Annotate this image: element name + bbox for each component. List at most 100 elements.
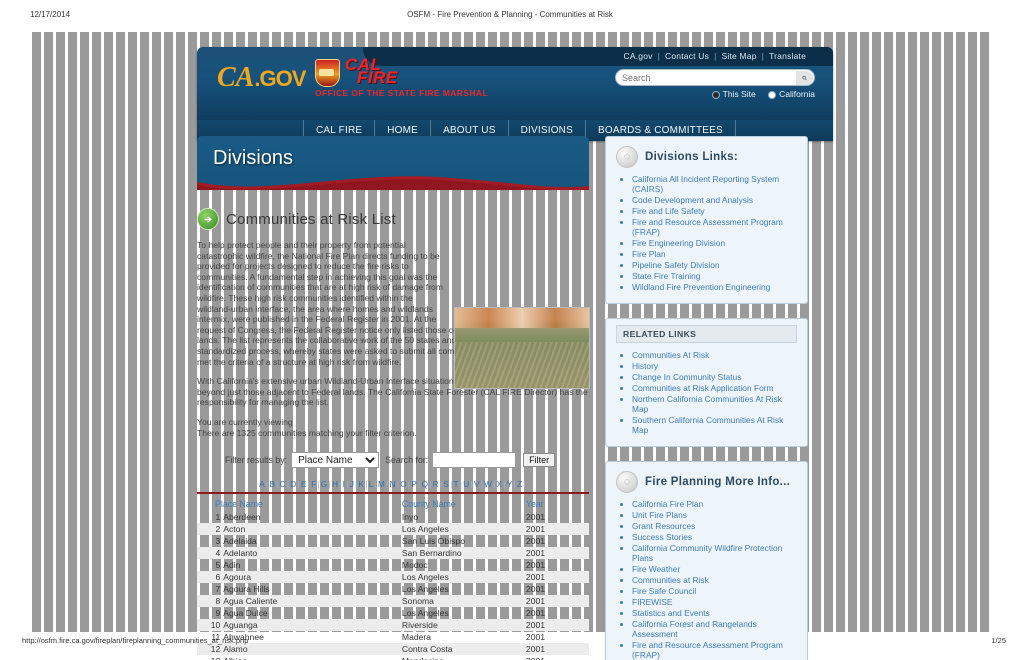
alpha-link-o[interactable]: O — [400, 480, 407, 489]
cell-row-number: 6 — [215, 572, 221, 583]
divisions-link[interactable]: Code Development and Analysis — [632, 195, 753, 205]
alphabet-index: A|B|C|D|E|F|G|H|I|J|K|L|M|N|O|P|Q|R|S|T|… — [197, 480, 589, 489]
table-row: 3 Adelaida San Luis Obispo 2001 — [197, 535, 589, 547]
divisions-links-title: Divisions Links: — [645, 151, 738, 163]
match-count: There are 1325 communities matching your… — [197, 427, 417, 438]
cell-place-name: Agoura Hills — [223, 584, 270, 595]
cell-row-number: 7 — [215, 584, 221, 595]
related-link[interactable]: Southern California Communities At Risk … — [632, 415, 783, 435]
fire-planning-link[interactable]: Statistics and Events — [632, 608, 710, 618]
fire-planning-link[interactable]: Fire Weather — [632, 564, 680, 574]
related-link[interactable]: Change In Community Status — [632, 372, 741, 382]
cell-place-name: Aguanga — [223, 620, 258, 631]
list-item: Pipeline Safety Division — [632, 260, 797, 270]
alpha-link-d[interactable]: D — [290, 480, 296, 489]
radio-this-site[interactable]: This Site — [711, 89, 756, 99]
column-header-year[interactable]: Year — [526, 499, 589, 511]
search-button[interactable] — [796, 70, 813, 85]
cell-row-number: 5 — [215, 560, 221, 571]
swirl-icon: ◌ — [616, 146, 638, 168]
divisions-link[interactable]: Fire Plan — [632, 249, 666, 259]
page-root: 12/17/2014 OSFM - Fire Prevention & Plan… — [0, 0, 1020, 660]
table-row: 9 Agua Dulce Los Angeles 2001 — [197, 607, 589, 619]
fire-planning-link[interactable]: Grant Resources — [632, 521, 695, 531]
cell-year: 2001 — [526, 655, 589, 660]
filter-search-input[interactable] — [432, 452, 517, 469]
radio-california[interactable]: California — [768, 89, 815, 99]
fire-planning-link[interactable]: Fire Safe Council — [632, 586, 696, 596]
related-link[interactable]: Communities at Risk Application Form — [632, 383, 774, 393]
print-footer: http://osfm.fire.ca.gov/fireplan/firepla… — [0, 636, 1020, 648]
section-title: Communities at Risk List — [226, 210, 396, 228]
alpha-link-e[interactable]: E — [301, 480, 307, 489]
alpha-link-n[interactable]: N — [390, 480, 396, 489]
fire-planning-link[interactable]: Communities at Risk — [632, 575, 709, 585]
list-item: Fire Weather — [632, 564, 797, 574]
column-header-county-name[interactable]: County Name — [402, 499, 526, 511]
left-column: Divisions Communities at Risk List To he… — [197, 136, 589, 660]
divisions-link[interactable]: Fire and Resource Assessment Program (FR… — [632, 217, 783, 237]
divisions-link[interactable]: California All Incident Reporting System… — [632, 174, 779, 194]
alpha-link-r[interactable]: R — [433, 480, 439, 489]
print-page-number: 1/25 — [991, 636, 1006, 645]
cell-year: 2001 — [525, 524, 546, 535]
fire-planning-link[interactable]: Unit Fire Plans — [632, 510, 687, 520]
cell-year: 2001 — [525, 548, 546, 559]
table-row: 6 Agoura Los Angeles 2001 — [197, 571, 589, 584]
list-item: California Community Wildfire Protection… — [632, 543, 797, 563]
filter-field-select[interactable]: Place Name County Name Year — [291, 452, 380, 469]
search-for-label: Search for: — [385, 455, 429, 466]
divisions-link[interactable]: Fire and Life Safety — [632, 206, 705, 216]
list-item: Communities at Risk Application Form — [632, 383, 797, 393]
print-header: 12/17/2014 OSFM - Fire Prevention & Plan… — [0, 10, 1020, 22]
divisions-link[interactable]: Pipeline Safety Division — [632, 260, 720, 270]
list-item: Fire Safe Council — [632, 586, 797, 596]
fire-planning-link[interactable]: FIREWISE — [632, 597, 672, 607]
photo-smoke-layer — [455, 308, 589, 328]
cell-year: 2001 — [525, 560, 546, 571]
panel-header: ◌ Divisions Links: — [616, 146, 797, 168]
cagov-logo[interactable]: CA.GOV — [217, 64, 306, 92]
filter-button[interactable]: Filter — [523, 453, 556, 468]
alpha-link-g[interactable]: G — [321, 480, 328, 489]
divisions-link[interactable]: Fire Engineering Division — [632, 238, 725, 248]
utility-link-translate[interactable]: Translate — [764, 51, 811, 61]
divisions-link[interactable]: Wildland Fire Prevention Engineering — [632, 282, 770, 292]
column-header-place-name[interactable]: Place Name — [197, 499, 402, 511]
cell-place-name: Acton — [223, 524, 246, 535]
fire-planning-panel: ◌ Fire Planning More Info... California … — [605, 461, 808, 660]
utility-link-cagov[interactable]: CA.gov — [619, 51, 658, 61]
cell-year: 2001 — [525, 536, 546, 547]
alpha-link-v[interactable]: V — [474, 480, 480, 489]
utility-link-contact[interactable]: Contact Us — [660, 51, 714, 61]
divisions-links-list: California All Incident Reporting System… — [616, 174, 797, 292]
alpha-link-y[interactable]: Y — [507, 480, 513, 489]
alpha-link-w[interactable]: W — [484, 480, 492, 489]
alpha-link-c[interactable]: C — [280, 480, 286, 489]
search-box[interactable] — [615, 69, 815, 86]
related-link[interactable]: Northern California Communities At Risk … — [632, 394, 782, 414]
related-link[interactable]: History — [632, 361, 658, 371]
table-header: Place Name County Name Year — [197, 499, 589, 511]
page-title: Divisions — [213, 147, 294, 169]
calfire-shield-icon — [315, 59, 340, 87]
alpha-link-l[interactable]: L — [369, 480, 374, 489]
radio-california-label: California — [779, 89, 815, 99]
fire-planning-link[interactable]: Success Stories — [632, 532, 692, 542]
alpha-link-u[interactable]: U — [463, 480, 469, 489]
cell-county-name: Los Angeles — [401, 572, 449, 583]
print-url: http://osfm.fire.ca.gov/fireplan/firepla… — [22, 636, 249, 645]
right-column: ◌ Divisions Links: California All Incide… — [605, 136, 833, 660]
search-input[interactable] — [622, 71, 796, 84]
related-link[interactable]: Communities At Risk — [632, 350, 709, 360]
table-row: 8 Agua Caliente Sonoma 2001 — [197, 595, 589, 608]
fire-planning-link[interactable]: California Fire Plan — [632, 499, 703, 509]
divisions-link[interactable]: State Fire Training — [632, 271, 700, 281]
cell-year: 2001 — [525, 608, 546, 619]
cell-year: 2001 — [525, 512, 546, 523]
cell-county-name: Los Angeles — [401, 524, 449, 535]
banner-wave-graphic — [197, 176, 589, 190]
fire-planning-link[interactable]: California Community Wildfire Protection… — [632, 543, 782, 563]
utility-link-sitemap[interactable]: Site Map — [717, 51, 762, 61]
table-row: 10 Aguanga Riverside 2001 — [197, 619, 589, 632]
